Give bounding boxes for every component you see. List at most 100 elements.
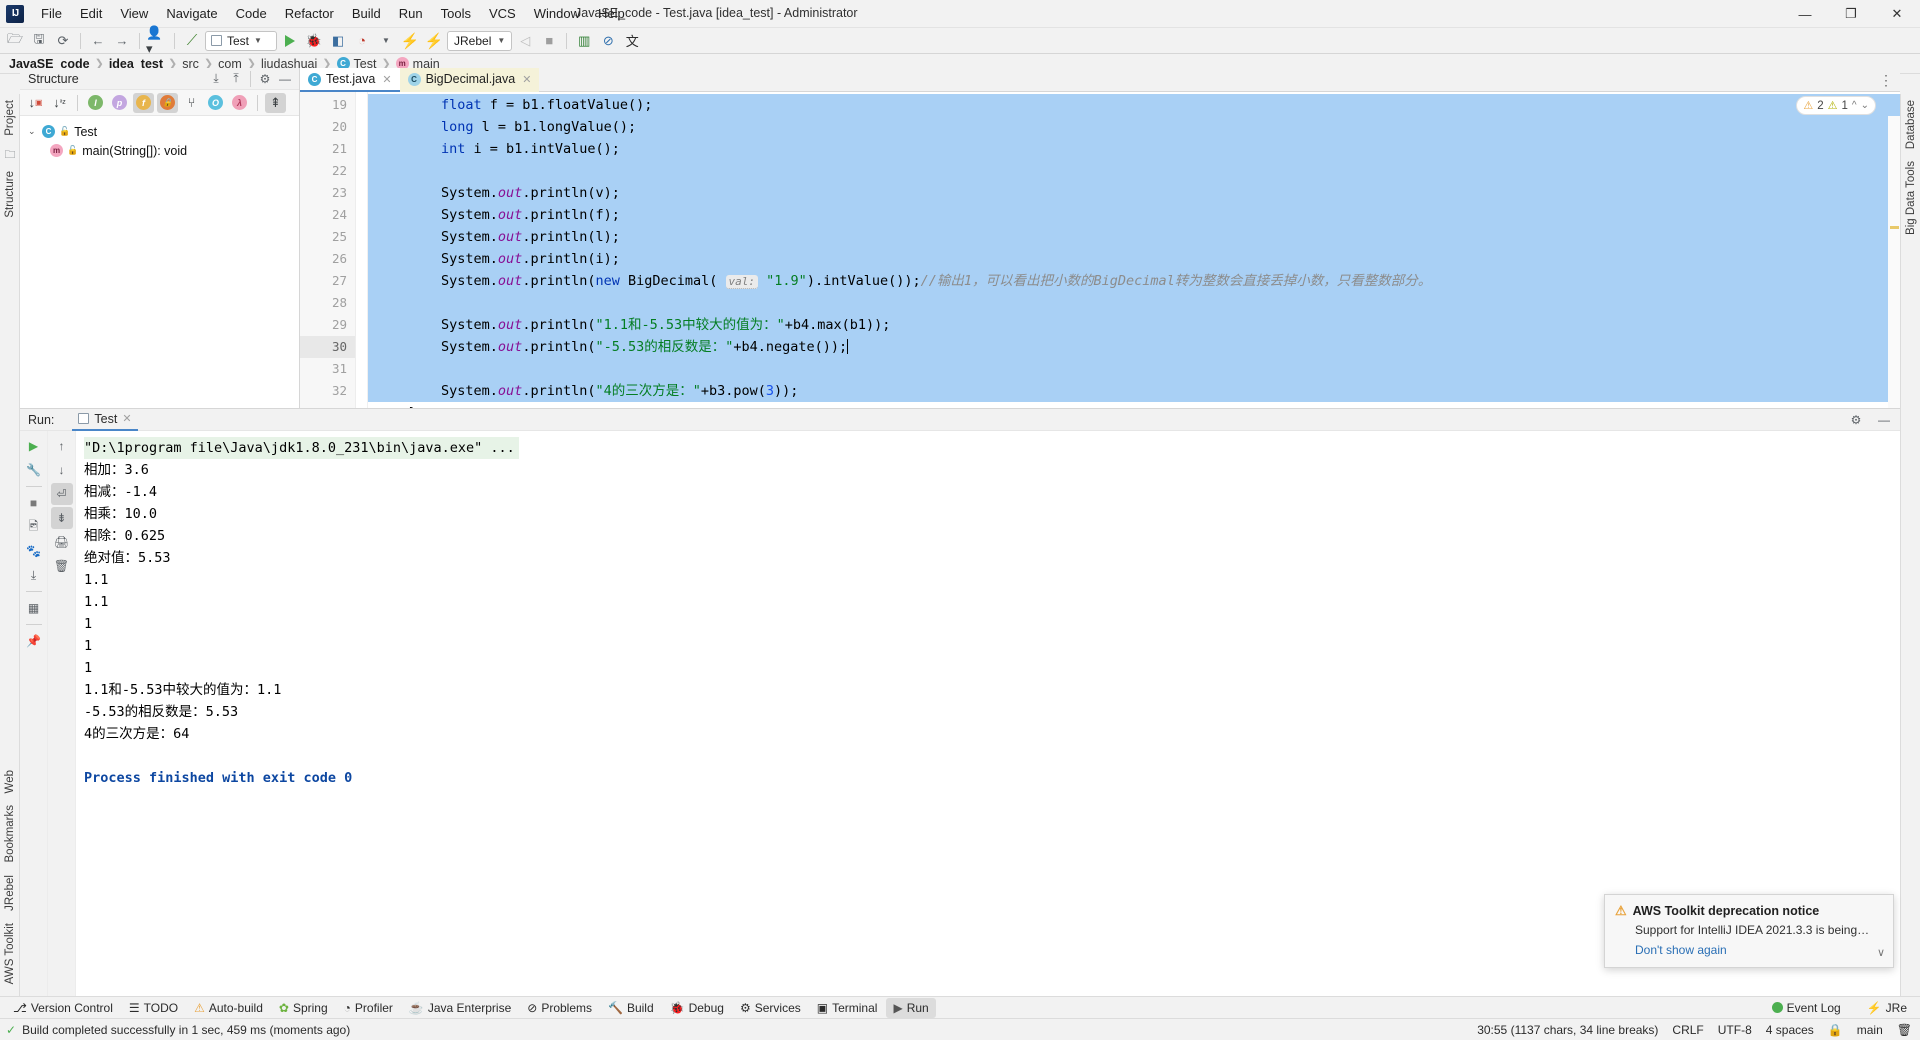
- toolwindow-terminal[interactable]: ▣ Terminal: [810, 998, 885, 1018]
- fix-settings-icon[interactable]: 🔧: [23, 459, 45, 481]
- toolwindow-services[interactable]: ⚙ Services: [733, 998, 808, 1018]
- soft-wrap-icon[interactable]: ⏎: [50, 483, 73, 505]
- forward-arrow-icon[interactable]: →: [111, 31, 133, 51]
- chevron-up-icon[interactable]: ^: [1852, 100, 1857, 111]
- editor-tab-bigdecimal-java[interactable]: C BigDecimal.java ✕: [399, 68, 540, 92]
- pin-icon[interactable]: 📌: [23, 630, 45, 652]
- sort-alphabetically-icon[interactable]: ↓ ᵃz: [49, 93, 70, 113]
- profile-dropdown-icon[interactable]: 👤▾: [146, 25, 168, 56]
- inspection-status-badge[interactable]: ⚠ 2 ⚠ 1 ^ ⌄: [1796, 96, 1876, 115]
- clear-all-icon[interactable]: 🗑: [51, 555, 73, 577]
- hide-panel-icon[interactable]: —: [1874, 411, 1894, 429]
- forbid-icon[interactable]: ⊘: [597, 31, 619, 51]
- build-hammer-icon[interactable]: ⟋: [181, 31, 203, 51]
- editor-tab-test-java[interactable]: C Test.java ✕: [300, 68, 400, 92]
- rerun-icon[interactable]: ▶: [23, 435, 45, 457]
- code-text-area[interactable]: float f = b1.floatValue(); long l = b1.l…: [368, 92, 1900, 408]
- sidebar-tab-aws-toolkit[interactable]: AWS Toolkit: [2, 917, 18, 990]
- profile-run-button[interactable]: ◔: [351, 31, 373, 51]
- back-arrow-icon[interactable]: ←: [87, 31, 109, 51]
- sidebar-tab-bookmarks[interactable]: Bookmarks: [2, 799, 18, 869]
- sort-by-visibility-icon[interactable]: ↓ ▣: [25, 93, 46, 113]
- menu-tools[interactable]: Tools: [432, 2, 480, 25]
- toolwindow-run[interactable]: ▶ Run: [886, 997, 936, 1018]
- menu-code[interactable]: Code: [227, 2, 276, 25]
- code-editor[interactable]: 19 20 21 22 23 24 25 26 27 28 29 💡 30 31…: [300, 92, 1900, 408]
- trash-icon[interactable]: 🗑: [1897, 1023, 1912, 1037]
- structure-node-class[interactable]: ⌄ C 🔓 Test: [20, 122, 299, 141]
- minimize-button[interactable]: —: [1782, 0, 1828, 28]
- stop-icon[interactable]: ■: [23, 492, 45, 514]
- jrebel-debug-icon[interactable]: ⚡: [423, 31, 445, 51]
- line-separator[interactable]: CRLF: [1672, 1023, 1703, 1037]
- chevron-down-icon[interactable]: ⌄: [1861, 100, 1869, 111]
- show-lambdas-icon[interactable]: λ: [229, 93, 250, 113]
- jrebel-selector[interactable]: JRebel ▼: [447, 30, 513, 51]
- gear-icon[interactable]: ⚙: [255, 70, 275, 88]
- toolwindow-jrebel[interactable]: ⚡ JRe: [1860, 998, 1914, 1018]
- indent-setting[interactable]: 4 spaces: [1766, 1023, 1814, 1037]
- git-branch[interactable]: main: [1857, 1023, 1883, 1037]
- sidebar-tab-database[interactable]: Database: [1903, 94, 1919, 155]
- menu-run[interactable]: Run: [390, 2, 432, 25]
- toolwindow-java-enterprise[interactable]: ☕ Java Enterprise: [402, 998, 518, 1018]
- menu-edit[interactable]: Edit: [71, 2, 111, 25]
- favorites-folder-icon[interactable]: 🗀: [5, 146, 16, 165]
- translate-icon[interactable]: 文: [621, 31, 643, 51]
- screenshot-icon[interactable]: 🖻: [23, 516, 45, 538]
- sidebar-tab-jrebel[interactable]: JRebel: [2, 869, 18, 917]
- sidebar-tab-web[interactable]: Web: [2, 764, 18, 799]
- toolwindow-auto-build[interactable]: ⚠ Auto-build: [187, 998, 270, 1018]
- show-fields-icon[interactable]: f: [133, 92, 154, 113]
- scroll-to-end-icon[interactable]: ⇟: [50, 507, 73, 529]
- menu-navigate[interactable]: Navigate: [157, 2, 226, 25]
- close-button[interactable]: ✕: [1874, 0, 1920, 28]
- export-icon[interactable]: ⤓: [23, 564, 45, 586]
- show-inherited-icon[interactable]: I: [85, 93, 106, 113]
- run-configuration-selector[interactable]: Test ▼: [205, 30, 277, 51]
- toolwindow-version-control[interactable]: ⎇ Version Control: [6, 998, 120, 1018]
- toolwindow-event-log[interactable]: Event Log: [1765, 998, 1848, 1018]
- show-non-public-icon[interactable]: 🔒: [157, 92, 178, 113]
- monitor-chart-icon[interactable]: ▥: [573, 31, 595, 51]
- toolwindow-profiler[interactable]: ◔ Profiler: [337, 998, 400, 1018]
- notification-dont-show-again-link[interactable]: Don't show again: [1635, 943, 1883, 957]
- structure-node-method[interactable]: m 🔓 main(String[]): void: [20, 141, 299, 160]
- caret-position[interactable]: 30:55 (1137 chars, 34 line breaks): [1477, 1023, 1658, 1037]
- sidebar-tab-project[interactable]: Project: [2, 94, 18, 142]
- file-encoding[interactable]: UTF-8: [1718, 1023, 1752, 1037]
- profile-dropdown-caret[interactable]: ▼: [375, 31, 397, 51]
- save-all-icon[interactable]: 🖫: [28, 31, 50, 51]
- toolwindow-build[interactable]: 🔨 Build: [601, 998, 661, 1018]
- hide-panel-icon[interactable]: —: [275, 70, 295, 88]
- debug-button[interactable]: 🐞: [303, 31, 325, 51]
- scroll-up-icon[interactable]: ↑: [51, 435, 73, 457]
- attach-debugger-icon[interactable]: ◁: [514, 31, 536, 51]
- sidebar-tab-structure[interactable]: Structure: [2, 165, 18, 224]
- maximize-button[interactable]: ❐: [1828, 0, 1874, 28]
- jrebel-run-icon[interactable]: ⚡: [399, 31, 421, 51]
- stop-icon[interactable]: ■: [538, 31, 560, 51]
- collapse-all-icon[interactable]: ⤒: [226, 70, 246, 88]
- menu-refactor[interactable]: Refactor: [276, 2, 343, 25]
- sidebar-tab-bigdata-tools[interactable]: Big Data Tools: [1903, 155, 1919, 241]
- toolwindow-todo[interactable]: ☰ TODO: [122, 998, 185, 1018]
- folding-gutter[interactable]: [356, 92, 368, 408]
- lock-icon[interactable]: 🔒: [1828, 1023, 1843, 1037]
- show-anonymous-classes-icon[interactable]: O: [205, 93, 226, 113]
- run-with-coverage-button[interactable]: ◧: [327, 31, 349, 51]
- run-button[interactable]: [279, 31, 301, 51]
- more-options-icon[interactable]: ⋮: [1876, 71, 1896, 89]
- open-folder-icon[interactable]: 🗁: [4, 31, 26, 51]
- menu-build[interactable]: Build: [343, 2, 390, 25]
- show-properties-icon[interactable]: p: [109, 93, 130, 113]
- close-tab-icon[interactable]: ✕: [522, 73, 531, 86]
- editor-scrollbar[interactable]: [1888, 116, 1900, 408]
- menu-view[interactable]: View: [111, 2, 157, 25]
- autoscroll-to-source-icon[interactable]: ⇞: [265, 92, 286, 113]
- expand-all-icon[interactable]: ⤓: [206, 70, 226, 88]
- scroll-down-icon[interactable]: ↓: [51, 459, 73, 481]
- menu-vcs[interactable]: VCS: [480, 2, 525, 25]
- menu-file[interactable]: File: [32, 2, 71, 25]
- toolwindow-debug[interactable]: 🐞 Debug: [663, 998, 731, 1018]
